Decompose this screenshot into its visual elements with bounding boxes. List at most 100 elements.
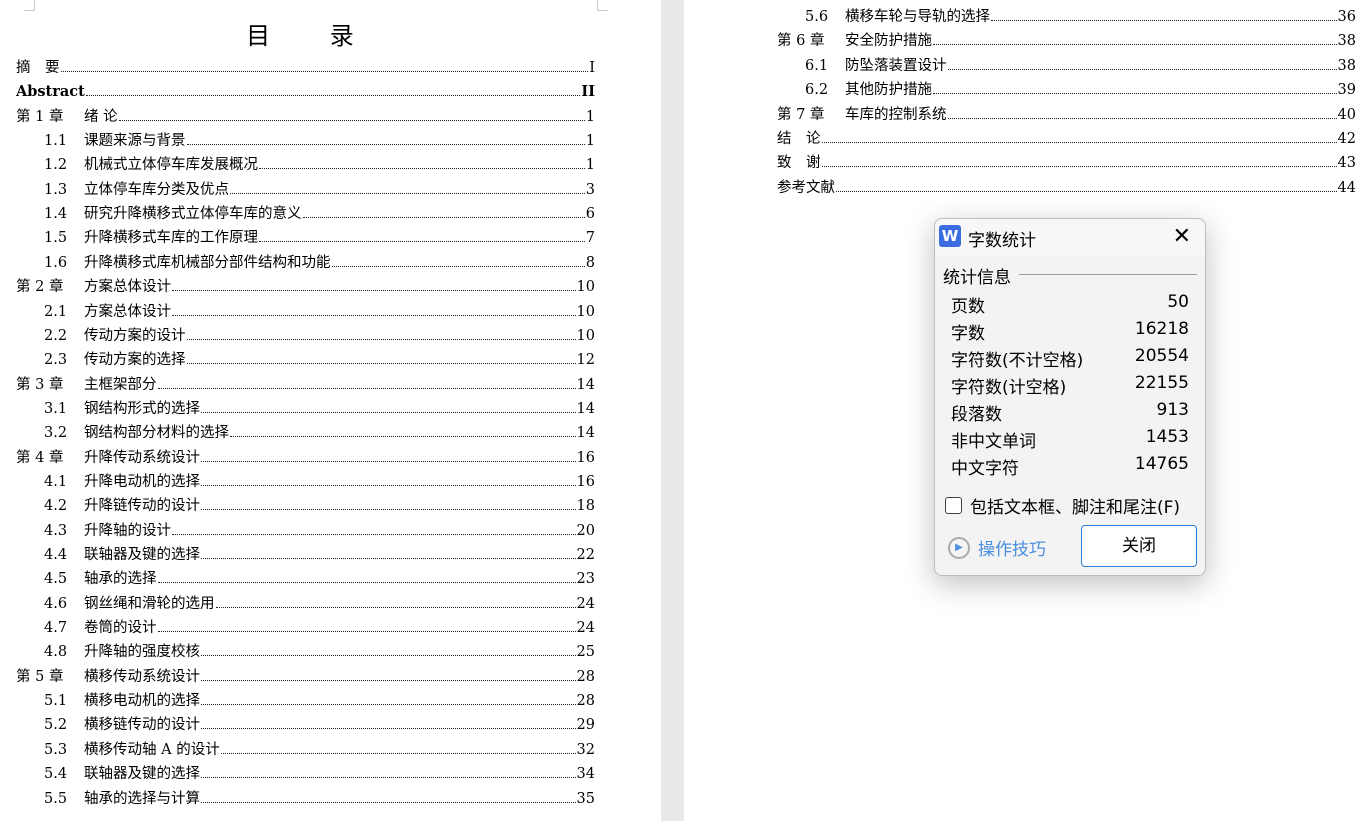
toc-entry[interactable]: 1.5 升降横移式车库的工作原理 7 — [16, 228, 595, 248]
toc-entry-number: 2.3 — [44, 352, 68, 369]
toc-entry-page: 8 — [585, 254, 595, 271]
toc-entry[interactable]: 第 3 章 主框架部分 14 — [16, 375, 595, 395]
toc-entry[interactable]: 第 5 章 横移传动系统设计 28 — [16, 667, 595, 687]
toc-entry-page: 35 — [576, 790, 595, 807]
toc-leader-dots — [201, 411, 576, 413]
toc-entry-number: 4.3 — [44, 522, 68, 539]
toc-entry[interactable]: 1.1 课题来源与背景 1 — [16, 131, 595, 151]
toc-entry[interactable]: 第 1 章 绪 论 1 — [16, 107, 595, 127]
toc-entry-page: 43 — [1337, 155, 1356, 172]
toc-entry-number: 4.5 — [44, 571, 68, 588]
toc-entry-number: 6.2 — [805, 82, 829, 99]
stat-label: 字符数(不计空格) — [951, 351, 1084, 371]
toc-entry-number: 1.1 — [44, 133, 68, 150]
toc-entry[interactable]: 4.3 升降轴的设计 20 — [16, 521, 595, 541]
toc-entry-number: 第 1 章 — [16, 108, 64, 125]
toc-entry-page: 38 — [1337, 33, 1356, 50]
stat-value: 50 — [1167, 292, 1189, 312]
play-icon: ▶ — [948, 536, 970, 559]
toc-entry[interactable]: 5.4 联轴器及键的选择 34 — [16, 764, 595, 784]
toc-entry[interactable]: 3.1 钢结构形式的选择 14 — [16, 399, 595, 419]
toc-entry-number: 4.6 — [44, 595, 68, 612]
toc-entry[interactable]: 1.3 立体停车库分类及优点 3 — [16, 180, 595, 200]
toc-entry[interactable]: Abstract II — [16, 82, 595, 102]
toc-leader-dots — [201, 801, 576, 803]
toc-entry[interactable]: 结 论 42 — [777, 129, 1356, 149]
tips-link[interactable]: ▶ 操作技巧 — [948, 535, 1046, 560]
toc-leader-dots — [230, 192, 585, 194]
toc-entry-title: 横移传动系统设计 — [84, 668, 200, 685]
toc-entry-title: 横移链传动的设计 — [84, 717, 200, 734]
toc-entry[interactable]: 3.2 钢结构部分材料的选择 14 — [16, 423, 595, 443]
toc-entry[interactable]: 5.3 横移传动轴 A 的设计 32 — [16, 740, 595, 760]
toc-leader-dots — [186, 143, 585, 146]
toc-entry-title: 主框架部分 — [84, 376, 157, 393]
toc-entry[interactable]: 2.1 方案总体设计 10 — [16, 302, 595, 322]
toc-entry-page: 14 — [576, 425, 595, 442]
toc-entry-number: 3.2 — [44, 425, 68, 442]
toc-leader-dots — [201, 776, 576, 779]
toc-entry-page: I — [589, 60, 595, 76]
toc-entry[interactable]: 6.2 其他防护措施 39 — [777, 80, 1356, 100]
stat-row: 字符数(不计空格) 20554 — [951, 346, 1189, 371]
checkbox-box[interactable] — [945, 497, 962, 514]
toc-entry[interactable]: 2.3 传动方案的选择 12 — [16, 350, 595, 370]
toc-entry[interactable]: 1.4 研究升降横移式立体停车库的意义 6 — [16, 204, 595, 224]
toc-entry-title: 传动方案的选择 — [84, 352, 186, 369]
toc-entry-page: 28 — [576, 668, 595, 685]
toc-entry[interactable]: 1.6 升降横移式库机械部分部件结构和功能 8 — [16, 253, 595, 273]
checkbox-label: 包括文本框、脚注和尾注(F) — [970, 498, 1181, 518]
toc-entry[interactable]: 4.8 升降轴的强度校核 25 — [16, 642, 595, 662]
close-icon[interactable]: ✕ — [1173, 224, 1191, 249]
toc-entry-number: 4.2 — [44, 498, 68, 515]
toc-entry[interactable]: 第 6 章 安全防护措施 38 — [777, 31, 1356, 51]
toc-entry[interactable]: 4.2 升降链传动的设计 18 — [16, 496, 595, 516]
include-textbox-footnotes-checkbox[interactable]: 包括文本框、脚注和尾注(F) — [945, 493, 1180, 518]
toc-entry[interactable]: 6.1 防坠落装置设计 38 — [777, 56, 1356, 76]
toc-entry[interactable]: 1.2 机械式立体停车库发展概况 1 — [16, 155, 595, 175]
toc-entry-page: 16 — [576, 449, 595, 466]
toc-entry-number: 2.2 — [44, 327, 68, 344]
toc-entry-title: 联轴器及键的选择 — [84, 766, 200, 783]
toc-entry[interactable]: 4.1 升降电动机的选择 16 — [16, 472, 595, 492]
toc-leader-dots — [947, 117, 1337, 119]
toc-entry-number: 结 论 — [777, 131, 821, 147]
toc-entry-number: 5.3 — [44, 741, 68, 758]
stat-label: 中文字符 — [951, 459, 1019, 479]
close-button[interactable]: 关闭 — [1081, 525, 1197, 567]
toc-entry-title: 研究升降横移式立体停车库的意义 — [84, 206, 302, 223]
toc-entry-page: 25 — [576, 644, 595, 661]
toc-entry[interactable]: 5.5 轴承的选择与计算 35 — [16, 789, 595, 809]
toc-entry-title: 联轴器及键的选择 — [84, 547, 200, 563]
stat-label: 段落数 — [951, 405, 1002, 425]
toc-entry[interactable]: 4.5 轴承的选择 23 — [16, 569, 595, 589]
toc-entry[interactable]: 参考文献 44 — [777, 178, 1356, 198]
section-heading: 统计信息 — [943, 268, 1011, 288]
toc-leader-dots — [60, 70, 589, 72]
toc-entry-number: 1.2 — [44, 157, 68, 174]
toc-leader-dots — [220, 752, 576, 754]
toc-entry-number: 第 2 章 — [16, 279, 64, 296]
toc-entry-page: 38 — [1337, 57, 1356, 74]
toc-entry[interactable]: 5.1 横移电动机的选择 28 — [16, 691, 595, 711]
toc-entry-title: 课题来源与背景 — [84, 133, 186, 150]
toc-entry[interactable]: 第 4 章 升降传动系统设计 16 — [16, 448, 595, 468]
toc-entry[interactable]: 4.7 卷筒的设计 24 — [16, 618, 595, 638]
toc-entry-page: 32 — [576, 741, 595, 758]
toc-leader-dots — [947, 68, 1337, 70]
stat-row: 字数 16218 — [951, 319, 1189, 344]
toc-entry-number: 4.7 — [44, 620, 68, 637]
toc-entry[interactable]: 2.2 传动方案的设计 10 — [16, 326, 595, 346]
toc-entry[interactable]: 摘 要I — [16, 58, 595, 78]
toc-entry[interactable]: 4.4 联轴器及键的选择 22 — [16, 545, 595, 565]
toc-entry[interactable]: 4.6 钢丝绳和滑轮的选用 24 — [16, 594, 595, 614]
toc-entry[interactable]: 第 2 章 方案总体设计 10 — [16, 277, 595, 297]
toc-leader-dots — [201, 460, 576, 462]
toc-leader-dots — [821, 165, 1337, 168]
toc-entry[interactable]: 5.6 横移车轮与导轨的选择 36 — [777, 7, 1356, 27]
toc-entry-page: 10 — [576, 279, 595, 296]
stat-label: 字数 — [951, 324, 985, 344]
toc-entry[interactable]: 第 7 章 车库的控制系统 40 — [777, 105, 1356, 125]
toc-entry[interactable]: 致 谢 43 — [777, 153, 1356, 173]
toc-entry[interactable]: 5.2 横移链传动的设计 29 — [16, 715, 595, 735]
